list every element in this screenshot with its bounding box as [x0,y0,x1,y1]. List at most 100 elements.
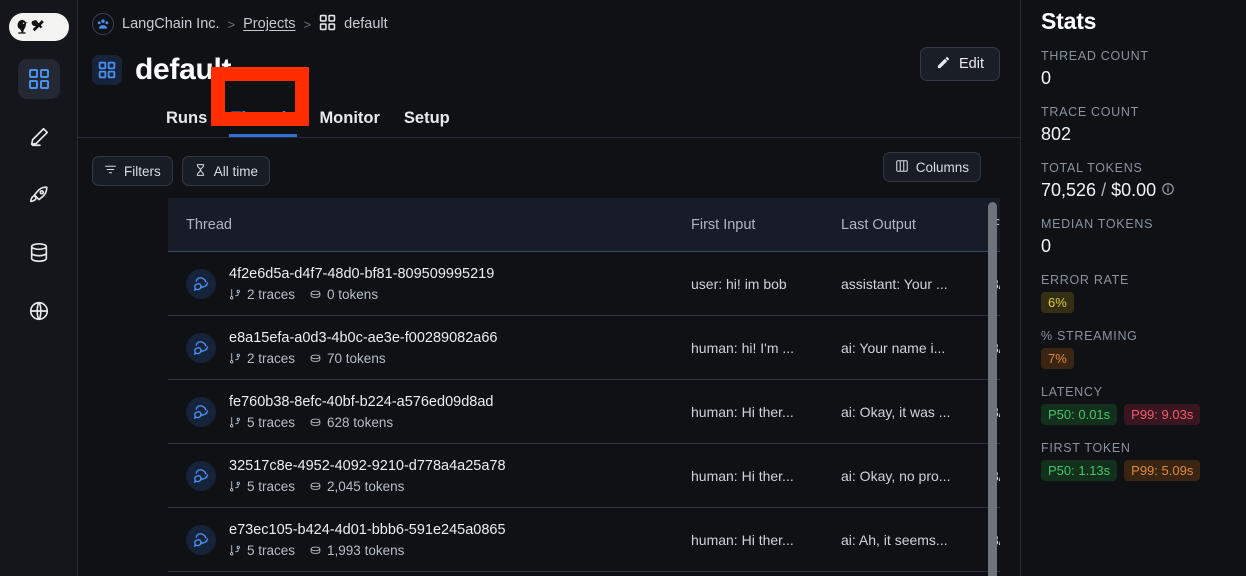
thread-traces-label: 5 traces [247,543,295,558]
breadcrumb: LangChain Inc. > Projects > default [78,0,1020,38]
error-rate-badge: 6% [1041,292,1074,313]
error-rate-badges: 6% [1041,292,1228,313]
tab-runs[interactable]: Runs [166,109,207,137]
edit-button[interactable]: Edit [920,47,1000,81]
thread-count-label: THREAD COUNT [1041,49,1228,63]
tab-bar: Runs Threads Monitor Setup [78,94,1020,138]
cell-first-input: user: hi! im bob [691,276,841,292]
cell-first-input: human: hi! I'm ... [691,340,841,356]
thread-traces-label: 5 traces [247,415,295,430]
project-icon [92,55,122,85]
first-token-p99-badge: P99: 5.09s [1124,460,1200,481]
cell-first-input: human: Hi ther... [691,404,841,420]
median-tokens-label: MEDIAN TOKENS [1041,217,1228,231]
thread-traces: 5 traces [229,479,295,494]
thread-tokens-label: 628 tokens [327,415,393,430]
table-row[interactable]: fe760b38-8efc-40bf-b224-a576ed09d8ad5 tr… [168,380,1000,444]
thread-bubble-icon [186,461,216,491]
app-root: LangChain Inc. > Projects > default [0,0,1246,576]
first-token-p50-badge: P50: 1.13s [1041,460,1117,481]
info-icon[interactable] [1161,180,1175,201]
thread-tokens: 1,993 tokens [309,543,404,558]
cell-first-input: human: Hi ther... [691,532,841,548]
columns-button[interactable]: Columns [883,152,981,182]
tab-threads[interactable]: Threads [231,109,295,137]
thread-tokens-label: 0 tokens [327,287,378,302]
column-header-thread[interactable]: Thread [186,217,691,233]
thread-traces-label: 5 traces [247,479,295,494]
threads-table: Thread First Input Last Output First Sta… [168,198,1000,576]
latency-badges: P50: 0.01s P99: 9.03s [1041,404,1228,425]
error-rate-label: ERROR RATE [1041,273,1228,287]
thread-tokens: 70 tokens [309,351,386,366]
left-nav-rail [0,0,78,576]
total-tokens-label: TOTAL TOKENS [1041,161,1228,175]
trace-count-label: TRACE COUNT [1041,105,1228,119]
table-row[interactable]: 4f2e6d5a-d4f7-48d0-bf81-809509995219 2 tr… [168,252,1000,316]
stats-title: Stats [1041,8,1228,35]
table-row[interactable]: 32517c8e-4952-4092-9210-d778a4a25a785 tr… [168,444,1000,508]
breadcrumb-current: default [344,16,388,32]
sidebar-item-projects[interactable] [18,59,60,99]
cell-last-output: ai: Okay, it was ... [841,404,991,420]
main-content: LangChain Inc. > Projects > default [78,0,1020,576]
total-tokens-slash: / [1101,180,1106,201]
thread-traces-label: 2 traces [247,351,295,366]
latency-label: LATENCY [1041,385,1228,399]
table-toolbar: Filters All time Columns [78,138,1020,190]
breadcrumb-projects-link[interactable]: Projects [243,16,295,32]
time-range-button[interactable]: All time [182,156,270,186]
breadcrumb-separator-2: > [304,17,312,32]
table-header-row: Thread First Input Last Output First Sta… [168,198,1000,252]
page-title: default [135,53,231,87]
table-body: 4f2e6d5a-d4f7-48d0-bf81-809509995219 2 tr… [168,252,1000,572]
thread-id: e73ec105-b424-4d01-bbb6-591e245a0865 [229,522,506,538]
thread-traces: 2 traces [229,351,295,366]
total-tokens-cost: $0.00 [1111,180,1156,201]
first-token-badges: P50: 1.13s P99: 5.09s [1041,460,1228,481]
thread-id: 4f2e6d5a-d4f7-48d0-bf81-809509995219 [229,266,494,282]
total-tokens-value: 70,526 [1041,180,1096,201]
thread-traces-label: 2 traces [247,287,295,302]
thread-tokens: 2,045 tokens [309,479,404,494]
thread-tokens-label: 1,993 tokens [327,543,404,558]
tab-setup[interactable]: Setup [404,109,450,137]
breadcrumb-project-icon [319,14,336,35]
cell-last-output: ai: Ah, it seems... [841,532,991,548]
filters-label: Filters [124,164,161,179]
streaming-badge: 7% [1041,348,1074,369]
filter-icon [104,163,117,179]
stats-panel: Stats THREAD COUNT 0 TRACE COUNT 802 TOT… [1020,0,1246,576]
tab-monitor[interactable]: Monitor [319,109,379,137]
langchain-logo[interactable] [9,13,69,41]
table-scrollbar-thumb[interactable] [988,202,997,576]
thread-tokens: 0 tokens [309,287,378,302]
breadcrumb-org[interactable]: LangChain Inc. [122,16,220,32]
thread-traces: 5 traces [229,543,295,558]
column-header-last-output[interactable]: Last Output [841,217,991,233]
column-header-first-input[interactable]: First Input [691,217,841,233]
table-row[interactable]: e73ec105-b424-4d01-bbb6-591e245a0865 5 tr… [168,508,1000,572]
thread-traces: 5 traces [229,415,295,430]
table-scrollbar[interactable] [988,202,997,576]
sidebar-item-datasets[interactable] [18,233,60,273]
sidebar-item-annotation-queues[interactable] [18,117,60,157]
edit-button-label: Edit [959,56,984,72]
filters-button[interactable]: Filters [92,156,173,186]
thread-tokens-label: 2,045 tokens [327,479,404,494]
sidebar-item-hub[interactable] [18,291,60,331]
streaming-badges: 7% [1041,348,1228,369]
sidebar-item-deployments[interactable] [18,175,60,215]
thread-tokens: 628 tokens [309,415,393,430]
columns-icon [895,159,909,176]
table-row[interactable]: e8a15efa-a0d3-4b0c-ae3e-f00289082a66 2 tr… [168,316,1000,380]
latency-p50-badge: P50: 0.01s [1041,404,1117,425]
columns-label: Columns [916,160,969,175]
breadcrumb-separator-1: > [228,17,236,32]
median-tokens-value: 0 [1041,236,1228,257]
page-header: default Edit [78,38,1020,94]
thread-traces: 2 traces [229,287,295,302]
trace-count-value: 802 [1041,124,1228,145]
pencil-icon [936,55,951,74]
thread-id: e8a15efa-a0d3-4b0c-ae3e-f00289082a66 [229,330,497,346]
